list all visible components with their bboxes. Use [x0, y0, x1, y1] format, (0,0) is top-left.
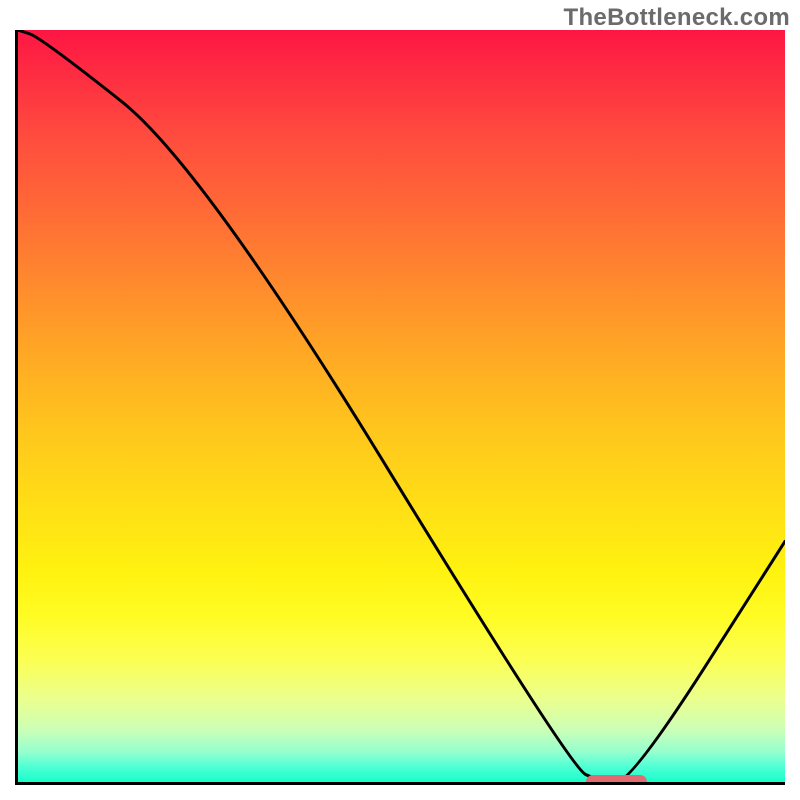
bottleneck-curve: [18, 30, 785, 782]
curve-path: [18, 30, 785, 782]
plot-area: [15, 30, 785, 785]
bottleneck-chart: TheBottleneck.com: [0, 0, 800, 800]
optimal-marker: [586, 775, 647, 785]
watermark-text: TheBottleneck.com: [564, 4, 790, 32]
